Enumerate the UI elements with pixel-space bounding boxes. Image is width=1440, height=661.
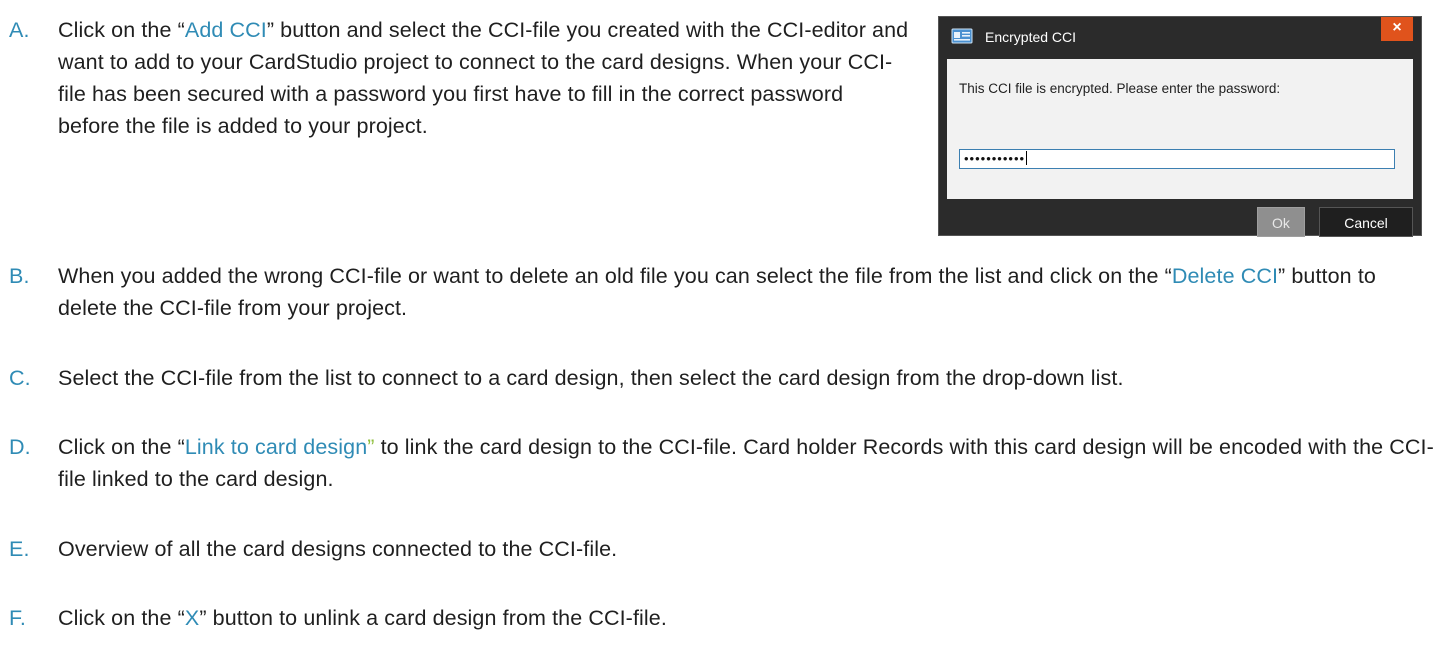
instruction-item-b: B. When you added the wrong CCI-file or … bbox=[9, 260, 1429, 324]
encrypted-cci-dialog: Encrypted CCI × This CCI file is encrypt… bbox=[938, 16, 1422, 237]
item-text: Click on the “Add CCI” button and select… bbox=[58, 18, 909, 138]
link-to-card-design-link: Link to card design bbox=[184, 435, 368, 459]
item-letter: B. bbox=[9, 264, 30, 288]
cancel-button[interactable]: Cancel bbox=[1319, 207, 1413, 237]
instruction-item-c: C. Select the CCI-file from the list to … bbox=[9, 362, 1429, 394]
instruction-item-f: F. Click on the “X” button to unlink a c… bbox=[9, 602, 1429, 634]
password-value: ••••••••••• bbox=[964, 151, 1026, 166]
instruction-item-a: A. Click on the “Add CCI” button and sel… bbox=[9, 14, 909, 142]
instruction-item-d: D. Click on the “Link to card design” to… bbox=[9, 431, 1434, 495]
add-cci-link: Add CCI bbox=[184, 18, 267, 42]
dialog-message: This CCI file is encrypted. Please enter… bbox=[959, 81, 1281, 96]
delete-cci-link: Delete CCI bbox=[1171, 264, 1279, 288]
item-letter: D. bbox=[9, 435, 31, 459]
dialog-titlebar: Encrypted CCI × bbox=[939, 17, 1421, 59]
ok-button[interactable]: Ok bbox=[1257, 207, 1305, 237]
item-text: Overview of all the card designs connect… bbox=[58, 537, 618, 561]
item-letter: A. bbox=[9, 18, 30, 42]
password-input[interactable]: ••••••••••• bbox=[959, 149, 1395, 169]
item-letter: E. bbox=[9, 537, 30, 561]
dialog-title: Encrypted CCI bbox=[985, 29, 1077, 45]
dialog-content: This CCI file is encrypted. Please enter… bbox=[947, 59, 1413, 199]
item-letter: F. bbox=[9, 606, 26, 630]
item-text: Click on the “X” button to unlink a card… bbox=[58, 606, 667, 630]
id-card-icon bbox=[951, 28, 973, 44]
item-text: When you added the wrong CCI-file or wan… bbox=[58, 264, 1376, 320]
item-letter: C. bbox=[9, 366, 31, 390]
item-text: Click on the “Link to card design” to li… bbox=[58, 435, 1434, 491]
text-caret bbox=[1026, 151, 1028, 165]
x-button-link: X bbox=[184, 606, 200, 630]
instruction-item-e: E. Overview of all the card designs conn… bbox=[9, 533, 1429, 565]
item-text: Select the CCI-file from the list to con… bbox=[58, 366, 1124, 390]
close-button[interactable]: × bbox=[1381, 17, 1413, 41]
